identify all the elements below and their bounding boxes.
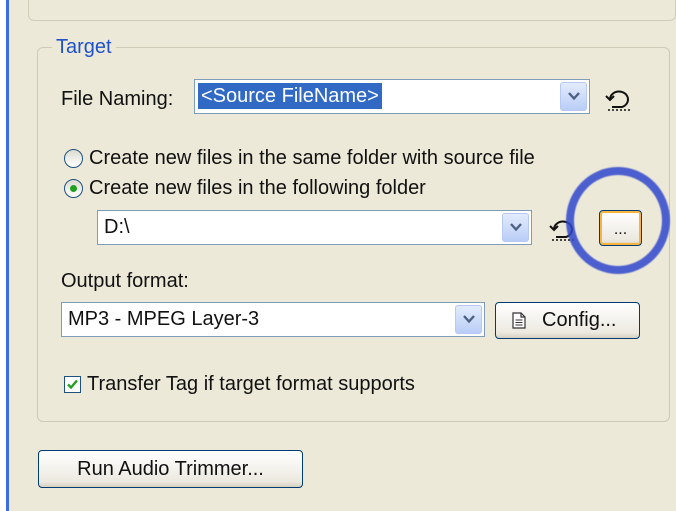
file-naming-value: <Source FileName> — [198, 83, 382, 109]
file-naming-label: File Naming: — [61, 88, 174, 110]
upper-groupbox-edge — [28, 0, 676, 21]
file-naming-dropdown-button[interactable] — [560, 82, 587, 111]
output-format-label: Output format: — [61, 270, 189, 292]
output-format-combo[interactable]: MP3 - MPEG Layer-3 — [61, 302, 485, 337]
target-group-label: Target — [52, 36, 116, 59]
transfer-tag-label: Transfer Tag if target format supports — [87, 373, 415, 395]
browse-folder-button[interactable]: ... — [599, 210, 642, 246]
folder-combo[interactable]: D:\ — [97, 210, 532, 245]
radio-same-folder-button[interactable] — [64, 149, 83, 168]
browse-button-label: ... — [613, 221, 628, 238]
folder-dropdown-button[interactable] — [502, 213, 529, 242]
run-audio-trimmer-button[interactable]: Run Audio Trimmer... — [38, 450, 303, 488]
transfer-tag-option[interactable]: Transfer Tag if target format supports — [64, 373, 415, 396]
config-button[interactable]: Config... — [495, 302, 640, 339]
chevron-down-icon — [462, 315, 475, 324]
file-naming-combo[interactable]: <Source FileName> — [194, 79, 590, 114]
reset-file-naming-icon[interactable] — [604, 86, 636, 112]
radio-same-folder-label: Create new files in the same folder with… — [89, 147, 535, 169]
radio-same-folder[interactable]: Create new files in the same folder with… — [64, 147, 535, 170]
chevron-down-icon — [567, 92, 580, 101]
radio-following-folder-label: Create new files in the following folder — [89, 177, 426, 199]
folder-value: D:\ — [104, 216, 130, 238]
radio-following-folder-button[interactable] — [64, 179, 83, 198]
run-audio-trimmer-label: Run Audio Trimmer... — [77, 457, 264, 480]
transfer-tag-checkbox[interactable] — [64, 376, 81, 393]
radio-following-folder[interactable]: Create new files in the following folder — [64, 177, 426, 200]
output-format-dropdown-button[interactable] — [455, 305, 482, 334]
checkmark-icon — [67, 379, 78, 390]
config-button-label: Config... — [542, 309, 617, 331]
document-icon — [512, 312, 526, 329]
output-format-value: MP3 - MPEG Layer-3 — [68, 308, 260, 330]
chevron-down-icon — [509, 223, 522, 232]
reset-folder-icon[interactable] — [548, 216, 580, 242]
